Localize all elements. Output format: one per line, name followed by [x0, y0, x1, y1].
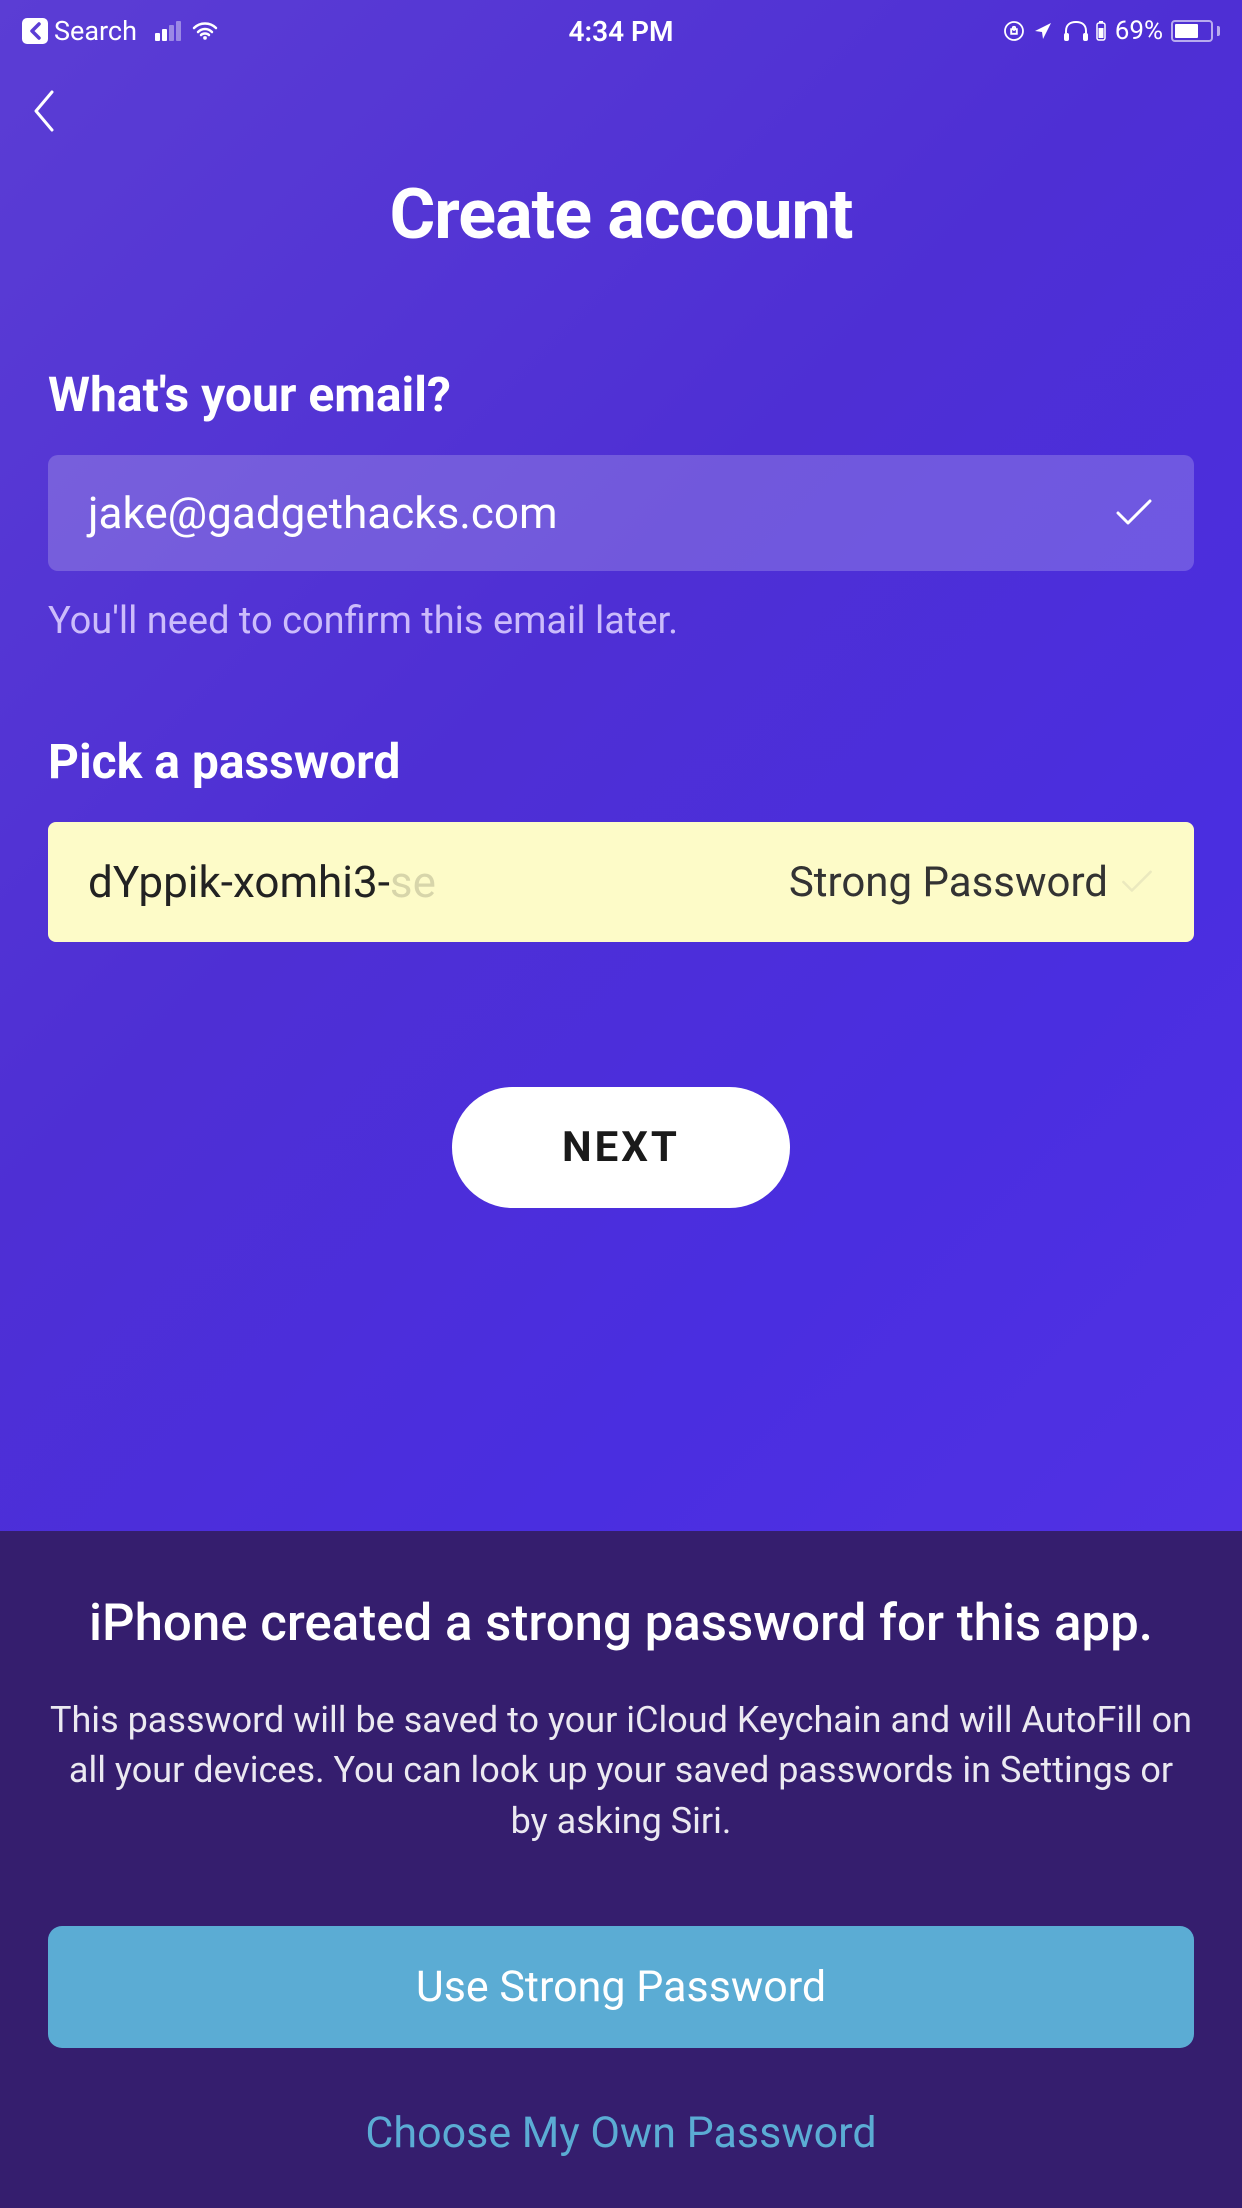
email-field[interactable]: jake@gadgethacks.com	[48, 455, 1194, 571]
checkmark-icon	[1120, 868, 1154, 896]
cellular-signal-icon	[155, 21, 181, 41]
status-right: 69%	[1003, 16, 1220, 46]
battery-charging-icon	[1095, 20, 1107, 42]
back-chevron-icon	[22, 18, 48, 44]
use-strong-password-button[interactable]: Use Strong Password	[48, 1926, 1194, 2048]
password-section: Pick a password dYppik-xomhi3-se Strong …	[48, 733, 1194, 942]
search-label: Search	[54, 15, 137, 47]
status-time: 4:34 PM	[568, 15, 673, 48]
battery-percent: 69%	[1115, 16, 1163, 46]
next-button[interactable]: NEXT	[452, 1087, 790, 1208]
headphones-icon	[1061, 20, 1091, 42]
password-value: dYppik-xomhi3-se	[88, 856, 436, 908]
sheet-body: This password will be saved to your iClo…	[48, 1695, 1194, 1846]
email-value: jake@gadgethacks.com	[88, 487, 558, 539]
status-left: Search	[22, 15, 219, 47]
sheet-title: iPhone created a strong password for thi…	[48, 1591, 1194, 1657]
password-label: Pick a password	[48, 733, 1194, 790]
nav-bar	[0, 58, 1242, 164]
password-field[interactable]: dYppik-xomhi3-se Strong Password	[48, 822, 1194, 942]
back-to-search[interactable]: Search	[22, 15, 137, 47]
strong-password-sheet: iPhone created a strong password for thi…	[0, 1531, 1242, 2208]
battery-icon	[1171, 20, 1220, 42]
email-helper: You'll need to confirm this email later.	[48, 599, 1194, 643]
email-label: What's your email?	[48, 366, 1194, 423]
choose-own-password-button[interactable]: Choose My Own Password	[48, 2108, 1194, 2158]
wifi-icon	[191, 21, 219, 41]
rotation-lock-icon	[1003, 20, 1025, 42]
back-button[interactable]	[30, 86, 60, 136]
status-bar: Search 4:34 PM	[0, 0, 1242, 58]
form-content: What's your email? jake@gadgethacks.com …	[0, 256, 1242, 1208]
location-icon	[1033, 21, 1053, 41]
strong-password-label: Strong Password	[789, 858, 1154, 907]
checkmark-icon	[1114, 497, 1154, 529]
page-title: Create account	[0, 174, 1242, 256]
